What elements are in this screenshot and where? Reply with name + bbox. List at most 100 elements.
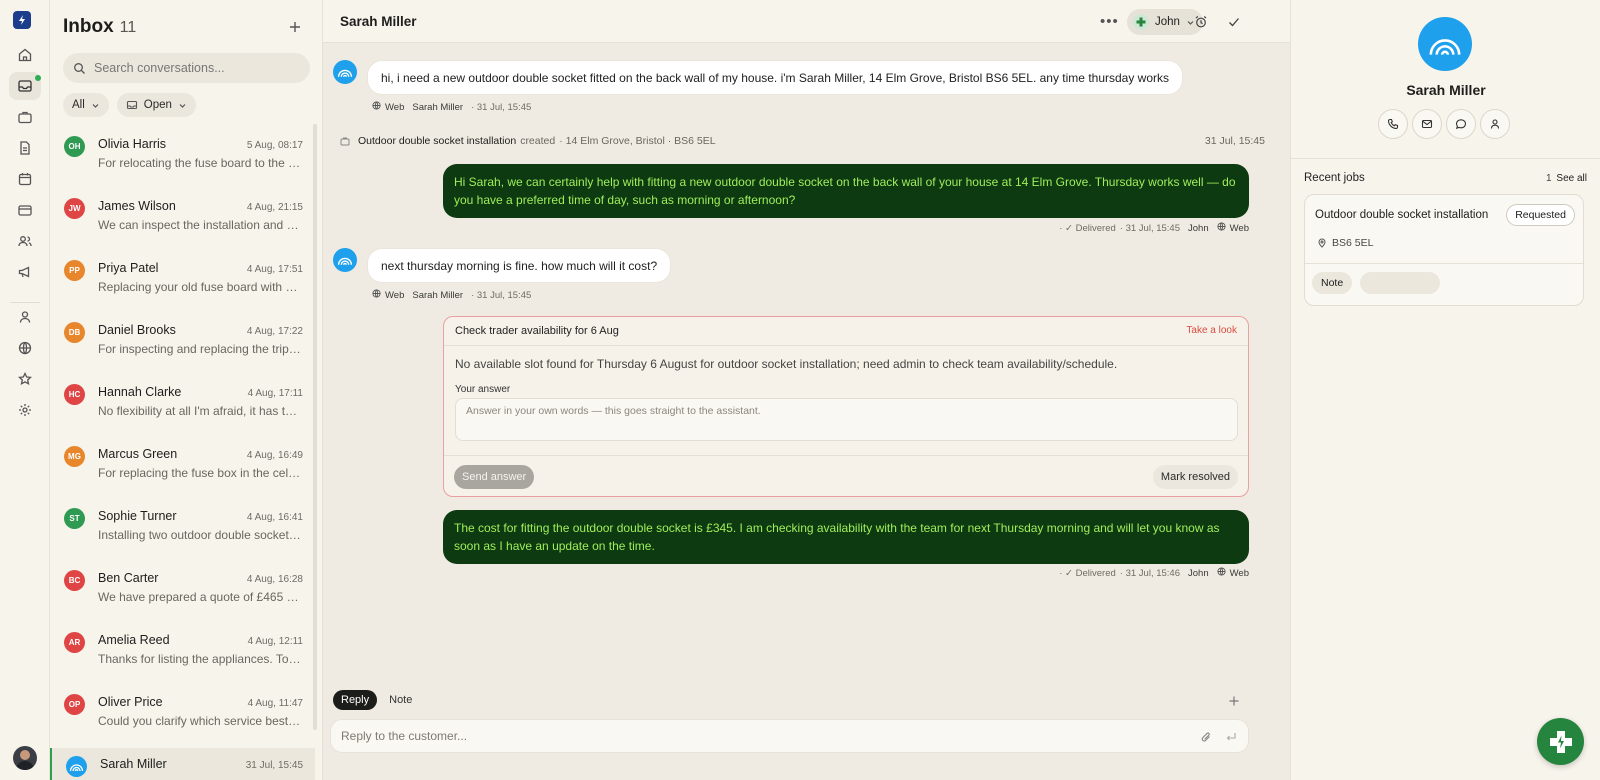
task-body: No available slot found for Thursday 6 A… [455,357,1118,371]
chevron-down-icon [179,103,186,108]
contact-actions [1378,109,1510,139]
search-input[interactable] [94,61,294,75]
card-divider [1305,263,1583,264]
composer-tabs: Reply Note [333,690,420,710]
note-input[interactable] [1360,272,1440,294]
inbox-icon[interactable] [9,72,41,100]
filter-bar: All Open [63,93,196,117]
reply-input[interactable] [341,729,1171,743]
thread-header: Sarah Miller ••• John [323,0,1290,43]
users-icon[interactable] [9,227,41,255]
avatar: AR [64,632,85,653]
inbox-title: Inbox [63,16,114,37]
calendar-icon[interactable] [9,165,41,193]
conversation-name: Ben Carter [98,571,159,585]
message-time: · 31 Jul, 15:45 [471,101,532,113]
event-time: 31 Jul, 15:45 [1204,135,1265,147]
conversation-item-selected[interactable]: Sarah Miller 31 Jul, 15:45 [50,748,315,780]
briefcase-icon [340,137,350,146]
message-sender: Sarah Miller [412,289,464,301]
conversation-name: Daniel Brooks [98,323,176,337]
filter-all[interactable]: All [63,93,109,117]
mark-resolved-button[interactable]: Mark resolved [1152,465,1238,489]
answer-field[interactable] [455,398,1238,441]
conversation-preview: We can inspect the installation and repo… [98,218,301,232]
panel-divider [1291,158,1600,159]
conversation-date: 4 Aug, 21:15 [246,202,303,213]
job-created-event: Outdoor double socket installation creat… [340,132,1265,150]
conversation-preview: For relocating the fuse board to the uti… [98,156,301,170]
new-conversation-button[interactable] [284,16,306,38]
message-agent: John [1188,567,1209,579]
home-icon[interactable] [9,41,41,69]
job-card[interactable]: Outdoor double socket installation Reque… [1304,194,1584,306]
globe-icon[interactable] [9,334,41,362]
job-title: Outdoor double socket installation [1315,209,1489,221]
customer-avatar [333,248,357,272]
conversation-date: 4 Aug, 16:41 [246,512,303,523]
email-icon[interactable] [1412,109,1442,139]
event-job-title[interactable]: Outdoor double socket installation [358,135,516,147]
conversation-thread: Sarah Miller ••• John hi, i need a new o… [323,0,1290,780]
send-answer-button[interactable]: Send answer [454,465,535,489]
megaphone-icon[interactable] [9,258,41,286]
conversation-item[interactable]: DB Daniel Brooks 4 Aug, 17:22 For inspec… [50,314,315,376]
unread-dot [35,75,41,81]
profile-icon[interactable] [1480,109,1510,139]
filter-status-label: Open [143,99,172,111]
nav-rail [0,0,50,780]
conversation-item[interactable]: HC Hannah Clarke 4 Aug, 17:11 No flexibi… [50,376,315,438]
tab-reply[interactable]: Reply [333,690,378,710]
app-logo[interactable] [13,11,31,29]
conversation-item[interactable]: BC Ben Carter 4 Aug, 16:28 We have prepa… [50,562,315,624]
send-enter-icon[interactable] [1224,730,1238,744]
conversation-date: 4 Aug, 17:22 [246,326,303,337]
conversation-item[interactable]: OH Olivia Harris 5 Aug, 08:17 For reloca… [50,128,315,190]
user-avatar[interactable] [13,746,37,770]
snooze-alarm-icon[interactable] [1192,13,1210,31]
avatar: HC [64,384,85,405]
message-meta: · ✓ Delivered · 31 Jul, 15:45 John Web [1059,222,1249,234]
event-action: created [520,135,556,147]
conversation-preview: For replacing the fuse box in the cellar… [98,466,301,480]
star-icon[interactable] [9,365,41,393]
message-meta: Web Sarah Miller · 31 Jul, 15:45 [372,101,531,113]
conversation-preview: Thanks for listing the appliances. To he… [98,652,301,666]
job-status-badge: Requested [1506,204,1575,226]
conversation-item[interactable]: JW James Wilson 4 Aug, 21:15 We can insp… [50,190,315,252]
globe-icon [372,289,381,301]
resolve-check-icon[interactable] [1225,13,1243,31]
filter-status[interactable]: Open [116,93,196,117]
take-a-look-link[interactable]: Take a look [1186,325,1237,336]
more-options-icon[interactable]: ••• [1100,13,1119,30]
document-icon[interactable] [9,134,41,162]
see-all-link[interactable]: See all [1556,173,1587,184]
paperclip-icon[interactable] [1199,730,1213,744]
composer-add-button[interactable] [1223,690,1245,712]
event-detail: · 14 Elm Grove, Bristol · BS6 5EL [559,135,716,147]
recent-jobs-count: 1 [1546,173,1552,184]
conversation-item[interactable]: OP Oliver Price 4 Aug, 11:47 Could you c… [50,686,315,748]
conversation-item[interactable]: PP Priya Patel 4 Aug, 17:51 Replacing yo… [50,252,315,314]
search-bar[interactable] [63,53,310,83]
briefcase-icon[interactable] [9,103,41,131]
reply-composer [330,719,1249,753]
person-icon[interactable] [9,303,41,331]
phone-icon[interactable] [1378,109,1408,139]
list-scrollbar[interactable] [313,124,317,730]
note-button[interactable]: Note [1312,272,1353,294]
message-meta: Web Sarah Miller · 31 Jul, 15:45 [372,289,531,301]
conversation-list: OH Olivia Harris 5 Aug, 08:17 For reloca… [50,128,315,780]
conversation-date: 4 Aug, 16:28 [246,574,303,585]
conversation-item[interactable]: AR Amelia Reed 4 Aug, 12:11 Thanks for l… [50,624,315,686]
chat-icon[interactable] [1446,109,1476,139]
card-icon[interactable] [9,196,41,224]
conversation-item[interactable]: ST Sophie Turner 4 Aug, 16:41 Installing… [50,500,315,562]
settings-icon[interactable] [9,396,41,424]
assistant-fab-button[interactable] [1537,718,1584,765]
conversation-item[interactable]: MG Marcus Green 4 Aug, 16:49 For replaci… [50,438,315,500]
tab-note[interactable]: Note [381,690,420,710]
message-time: · 31 Jul, 15:46 [1119,567,1181,579]
conversation-name: Oliver Price [98,695,163,709]
conversation-date: 4 Aug, 12:11 [247,636,303,647]
